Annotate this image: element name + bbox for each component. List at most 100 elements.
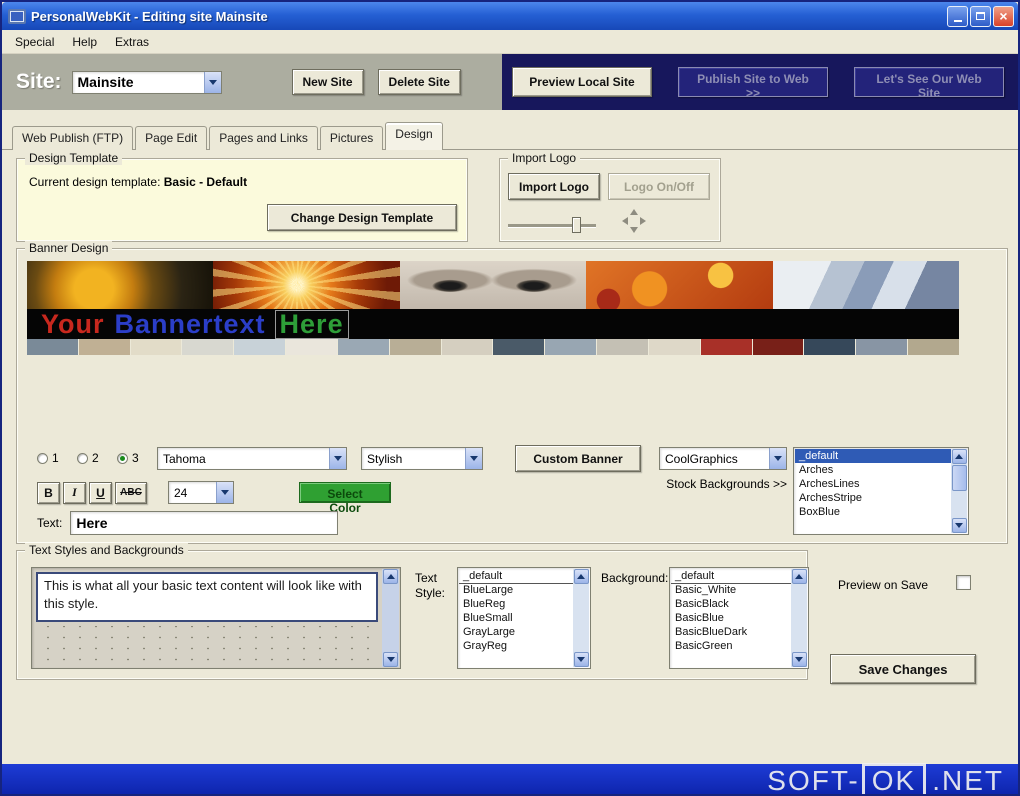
banner-layout-radio-3[interactable]: 3 [117, 451, 139, 465]
chevron-down-icon[interactable] [769, 448, 786, 469]
scroll-down-icon[interactable] [791, 652, 807, 667]
stock-backgrounds-list[interactable]: _default Arches ArchesLines ArchesStripe Box… [793, 447, 969, 535]
save-changes-button[interactable]: Save Changes [830, 654, 976, 684]
banner-text-part3-selected: Here [274, 309, 349, 339]
scroll-down-icon[interactable] [573, 652, 589, 667]
text-style-option[interactable]: BlueReg [459, 597, 573, 611]
color-swatch [182, 339, 234, 355]
text-style-option[interactable]: BlueLarge [459, 583, 573, 597]
scroll-down-icon[interactable] [383, 652, 398, 667]
logo-size-slider[interactable] [508, 217, 596, 233]
banner-text-preview[interactable]: Your Bannertext Here [27, 309, 959, 339]
watermark-part3: .NET [932, 765, 1004, 796]
banner-image-strip[interactable] [27, 261, 960, 309]
background-option[interactable]: BasicBlueDark [671, 625, 791, 639]
custom-banner-button[interactable]: Custom Banner [515, 445, 641, 472]
scrollbar[interactable] [951, 449, 967, 533]
stock-background-option[interactable]: ArchesStripe [795, 491, 951, 505]
italic-button[interactable]: I [63, 481, 86, 504]
slider-thumb[interactable] [572, 217, 581, 233]
banner-text-part2: Bannertext [114, 308, 266, 339]
import-logo-button[interactable]: Import Logo [508, 173, 600, 200]
color-swatch [700, 339, 752, 355]
chevron-down-icon[interactable] [203, 71, 221, 93]
change-design-template-button[interactable]: Change Design Template [267, 204, 457, 231]
app-icon [8, 8, 26, 24]
underline-button[interactable]: U [89, 481, 112, 504]
scroll-up-icon[interactable] [951, 449, 967, 464]
color-swatch [908, 339, 959, 355]
banner-layout-radio-1[interactable]: 1 [37, 451, 59, 465]
text-style-option[interactable]: _default [459, 569, 573, 584]
strikethrough-button[interactable]: ABC [115, 481, 147, 504]
tab[interactable]: Pictures [319, 126, 384, 150]
chevron-down-icon[interactable] [216, 482, 233, 503]
text-style-option[interactable]: GrayLarge [459, 625, 573, 639]
font-size-select[interactable]: 24 [168, 481, 234, 504]
text-format-toolbar: B I U ABC 24 Select Color [37, 481, 391, 515]
banner-text-input[interactable] [70, 511, 339, 535]
menu-item[interactable]: Special [6, 32, 63, 52]
logo-on-off-button[interactable]: Logo On/Off [608, 173, 710, 200]
tab[interactable]: Page Edit [135, 126, 208, 150]
bold-button[interactable]: B [37, 481, 60, 504]
banner-style-select[interactable]: Stylish [361, 447, 483, 470]
maximize-button[interactable] [970, 5, 991, 27]
scroll-up-icon[interactable] [383, 569, 398, 584]
background-option[interactable]: BasicGreen [671, 639, 791, 653]
text-style-option[interactable]: GrayReg [459, 639, 573, 653]
minimize-icon [953, 19, 962, 22]
scrollbar[interactable] [791, 569, 807, 667]
current-template-label: Current design template: [29, 175, 161, 189]
scroll-down-icon[interactable] [951, 518, 967, 533]
scroll-thumb[interactable] [951, 465, 967, 491]
banner-text-part1: Your [41, 308, 105, 339]
font-select[interactable]: Tahoma [157, 447, 347, 470]
tab[interactable]: Design [385, 122, 443, 150]
background-option[interactable]: BasicBlue [671, 611, 791, 625]
stock-background-option[interactable]: BoxBlue [795, 505, 951, 519]
background-option[interactable]: Basic_White [671, 583, 791, 597]
preview-local-site-button[interactable]: Preview Local Site [512, 67, 652, 97]
move-arrows-icon[interactable] [622, 209, 646, 233]
stock-backgrounds-label: Stock Backgrounds >> [666, 477, 787, 491]
banner-layout-radio-2[interactable]: 2 [77, 451, 99, 465]
stock-background-option[interactable]: Arches [795, 463, 951, 477]
watermark-part1: SOFT- [767, 765, 860, 796]
scrollbar[interactable] [382, 569, 399, 667]
tab[interactable]: Web Publish (FTP) [12, 126, 134, 150]
select-color-button[interactable]: Select Color [299, 482, 391, 515]
font-select-value: Tahoma [163, 451, 206, 466]
scroll-up-icon[interactable] [573, 569, 589, 584]
text-style-option[interactable]: BlueSmall [459, 611, 573, 625]
color-swatch [856, 339, 908, 355]
chevron-down-icon[interactable] [329, 448, 346, 469]
menu-item[interactable]: Extras [106, 32, 158, 52]
delete-site-button[interactable]: Delete Site [377, 69, 461, 95]
banner-design-group-label: Banner Design [25, 241, 113, 255]
tab[interactable]: Pages and Links [209, 126, 318, 150]
stock-background-option[interactable]: ArchesLines [795, 477, 951, 491]
text-style-list[interactable]: _default BlueLarge BlueReg BlueSmall GrayLar… [457, 567, 591, 669]
preview-on-save-checkbox[interactable] [956, 575, 971, 590]
minimize-button[interactable] [947, 5, 968, 27]
graphics-set-select[interactable]: CoolGraphics [659, 447, 787, 470]
scrollbar[interactable] [573, 569, 589, 667]
site-select-value: Mainsite [77, 74, 134, 90]
close-button[interactable]: × [993, 5, 1014, 27]
new-site-button[interactable]: New Site [291, 69, 364, 95]
site-select[interactable]: Mainsite [71, 70, 222, 94]
text-style-label: Text Style: [415, 571, 446, 600]
scroll-up-icon[interactable] [791, 569, 807, 584]
text-styles-group-label: Text Styles and Backgrounds [25, 543, 188, 557]
publish-site-button[interactable]: Publish Site to Web >> [678, 67, 828, 100]
menu-item[interactable]: Help [63, 32, 106, 52]
titlebar[interactable]: PersonalWebKit - Editing site Mainsite × [2, 2, 1018, 30]
view-web-site-button[interactable]: Let's See Our Web Site [854, 67, 1004, 100]
background-option[interactable]: _default [671, 569, 791, 584]
stock-background-option[interactable]: _default [795, 449, 951, 463]
background-option[interactable]: BasicBlack [671, 597, 791, 611]
background-list[interactable]: _default Basic_White BasicBlack BasicBlue Ba… [669, 567, 809, 669]
chevron-down-icon[interactable] [465, 448, 482, 469]
color-swatch [78, 339, 130, 355]
